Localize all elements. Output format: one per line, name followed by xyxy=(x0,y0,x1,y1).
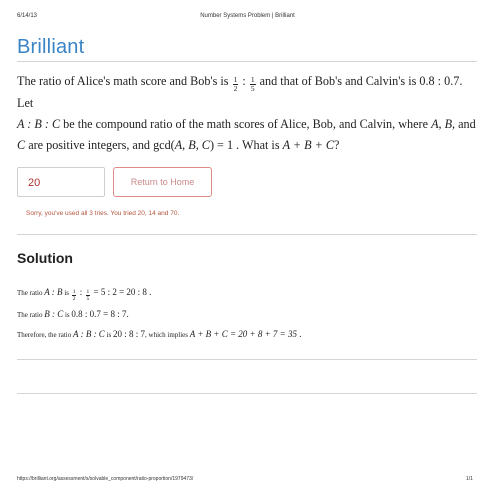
fraction-one-half: 12 xyxy=(232,75,239,93)
brilliant-logo[interactable]: Brilliant xyxy=(17,36,84,59)
solution-divider xyxy=(17,359,477,360)
problem-statement: The ratio of Alice's math score and Bob'… xyxy=(17,74,476,152)
print-page-number: 1/1 xyxy=(466,476,473,482)
print-url: https://brilliant.org/assessment/s/solva… xyxy=(17,476,194,482)
solution-heading: Solution xyxy=(17,250,73,266)
solution-line-3: Therefore, the ratio A : B : C is 20 : 8… xyxy=(17,329,302,339)
return-home-button[interactable]: Return to Home xyxy=(113,167,212,197)
print-page-title: Number Systems Problem | Brilliant xyxy=(200,13,295,19)
answer-input[interactable]: 20 xyxy=(17,167,105,197)
section-divider xyxy=(17,234,477,235)
bottom-divider xyxy=(17,393,477,394)
tries-message: Sorry, you've used all 3 tries. You trie… xyxy=(26,210,180,217)
fraction-one-fifth: 15 xyxy=(249,75,256,93)
solution-line-2: The ratio B : C is 0.8 : 0.7 = 8 : 7. xyxy=(17,309,129,319)
header-divider xyxy=(17,61,477,62)
solution-line-1: The ratio A : B is 12 : 15 = 5 : 2 = 20 … xyxy=(17,287,152,302)
